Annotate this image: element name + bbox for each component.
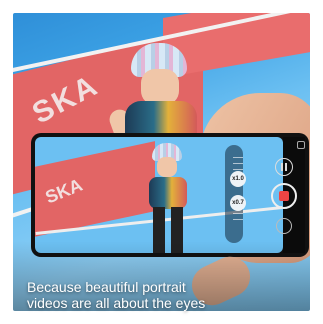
caption-line-2: videos are all about the eyes [27,295,206,311]
ad-image: SKA SKA x1.0 x0.7 [13,13,310,311]
caption-line-1: Because beautiful portrait [27,279,186,295]
zoom-level-upper[interactable]: x1.0 [230,171,246,187]
viewfinder-child-body [149,177,187,209]
camera-viewfinder[interactable]: SKA x1.0 x0.7 [35,137,283,253]
zoom-level-lower[interactable]: x0.7 [230,195,246,211]
zoom-tick [233,219,243,220]
zoom-tick [233,157,243,158]
child-face [141,69,179,105]
ad-caption: Because beautiful portrait videos are al… [27,279,307,311]
smartphone: SKA x1.0 x0.7 [31,133,309,257]
record-icon [279,191,289,201]
settings-icon[interactable] [297,141,305,149]
zoom-tick [233,169,243,170]
pause-icon[interactable] [275,158,293,176]
zoom-tick [233,213,243,214]
camera-switch-icon[interactable] [276,218,292,234]
zoom-slider[interactable] [225,145,243,243]
viewfinder-child-face [157,157,177,177]
zoom-tick [233,163,243,164]
